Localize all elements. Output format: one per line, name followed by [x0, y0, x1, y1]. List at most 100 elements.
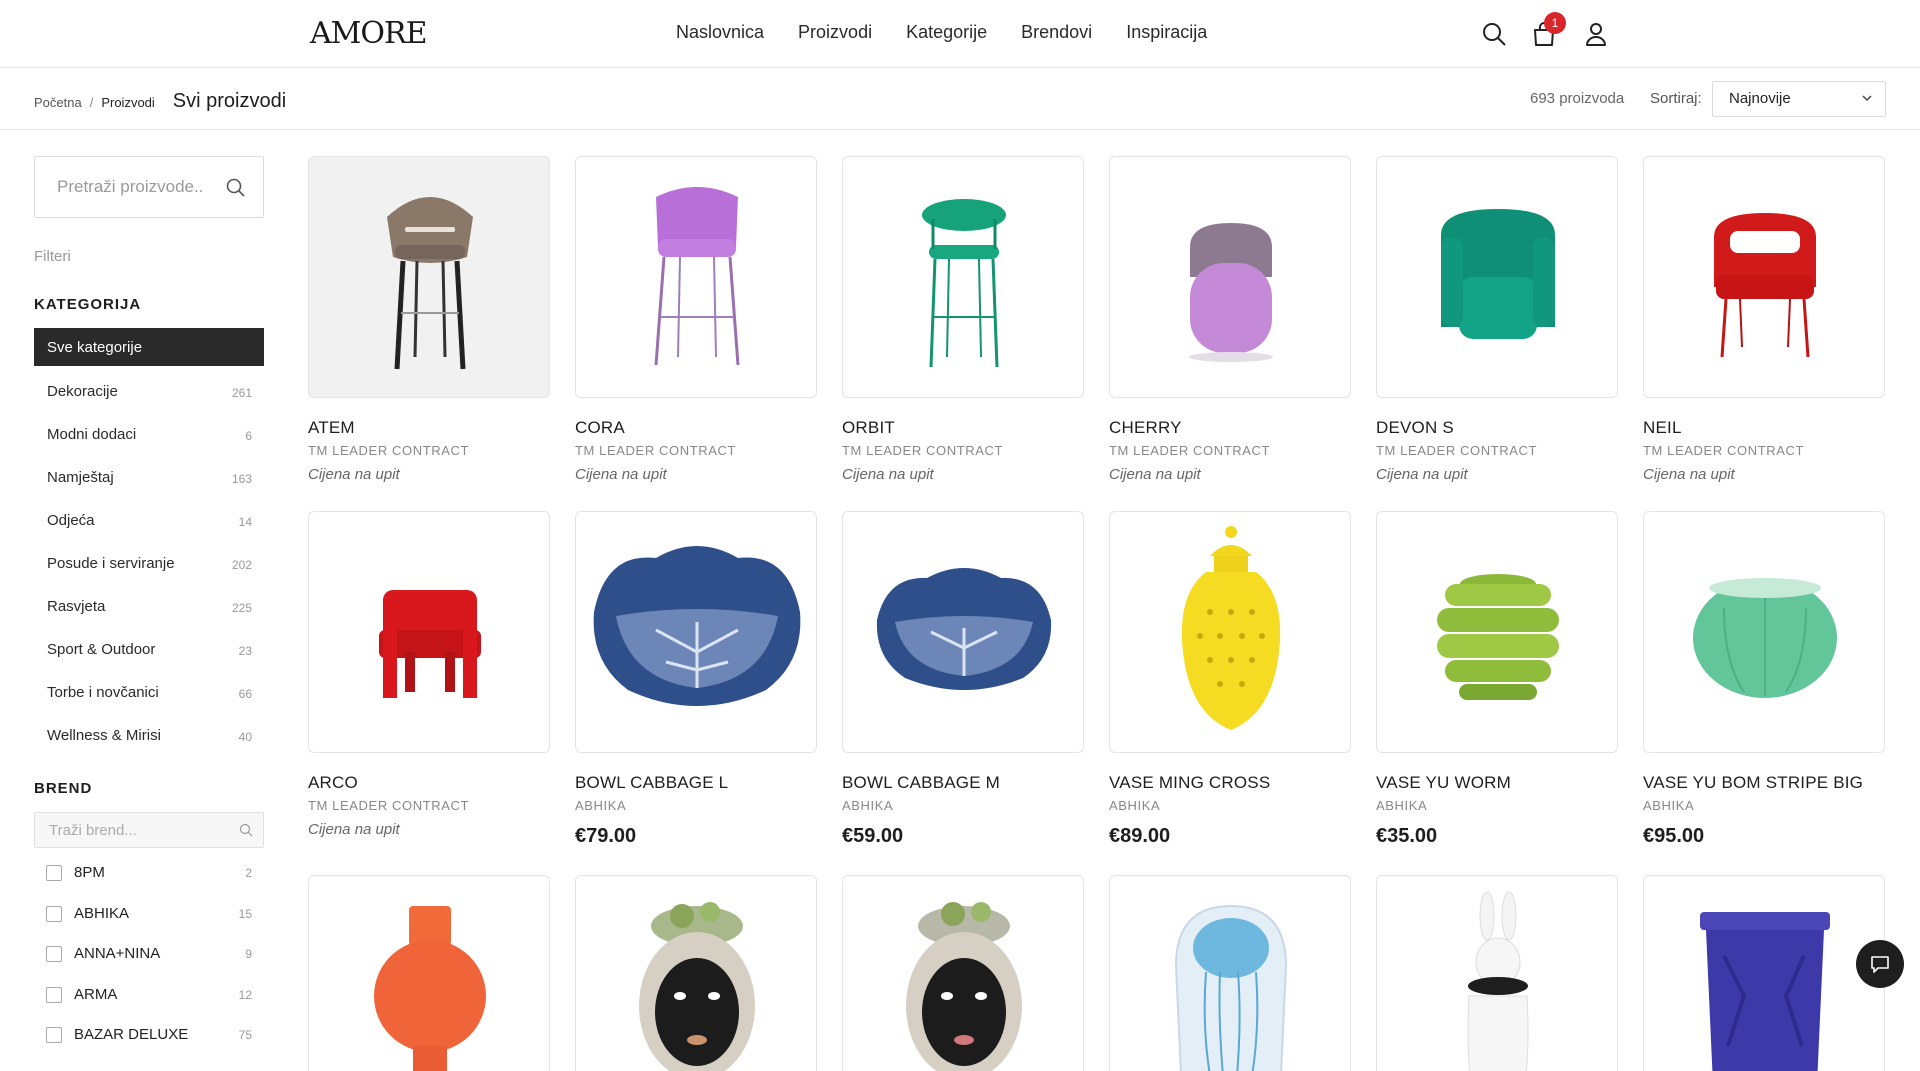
product-name[interactable]: BOWL CABBAGE M	[842, 773, 1084, 793]
category-item[interactable]: Modni dodaci 6	[34, 414, 264, 457]
brand-label: BAZAR DELUXE	[74, 1026, 189, 1043]
product-image[interactable]	[1376, 156, 1618, 398]
product-name[interactable]: BOWL CABBAGE L	[575, 773, 817, 793]
product-image[interactable]	[575, 511, 817, 753]
brand-checkbox[interactable]	[46, 1027, 62, 1043]
nav-brendovi[interactable]: Brendovi	[1021, 22, 1092, 43]
category-item[interactable]: Wellness & Mirisi 40	[34, 715, 264, 758]
product-image[interactable]	[1109, 511, 1351, 753]
product-card[interactable]: DEVON S TM LEADER CONTRACT Cijena na upi…	[1376, 156, 1618, 483]
product-card[interactable]: BOWL CABBAGE M ABHIKA €59.00	[842, 511, 1084, 848]
chat-button[interactable]	[1856, 940, 1904, 988]
product-image[interactable]	[1643, 875, 1885, 1071]
site-header: AMORE Naslovnica Proizvodi Kategorije Br…	[0, 0, 1920, 68]
product-brand: ABHIKA	[1376, 798, 1428, 813]
category-item[interactable]: Odjeća 14	[34, 500, 264, 543]
product-name[interactable]: CHERRY	[1109, 418, 1351, 438]
product-image[interactable]	[1376, 875, 1618, 1071]
brand-filter-item[interactable]: 8PM 2	[46, 862, 252, 903]
brand-checkbox[interactable]	[46, 865, 62, 881]
product-card[interactable]: VASE MING CROSS ABHIKA €89.00	[1109, 511, 1351, 848]
category-count: 261	[231, 386, 252, 400]
brand-filter-item[interactable]: ANNA+NINA 9	[46, 943, 252, 984]
product-image[interactable]	[308, 511, 550, 753]
product-name[interactable]: ORBIT	[842, 418, 1084, 438]
category-item[interactable]: Torbe i novčanici 66	[34, 672, 264, 715]
nav-kategorije[interactable]: Kategorije	[906, 22, 987, 43]
nav-naslovnica[interactable]: Naslovnica	[676, 22, 764, 43]
product-card[interactable]	[842, 875, 1084, 1071]
brand-search-input[interactable]: Traži brend...	[34, 812, 264, 848]
category-item[interactable]: Dekoracije 261	[34, 371, 264, 414]
product-image[interactable]	[1643, 156, 1885, 398]
search-icon[interactable]	[239, 823, 253, 837]
product-image[interactable]	[575, 875, 817, 1071]
product-card[interactable]: ATEM TM LEADER CONTRACT Cijena na upit	[308, 156, 550, 483]
brand-filter-item[interactable]: BAZAR DELUXE 75	[46, 1024, 252, 1065]
product-card[interactable]	[1109, 875, 1351, 1071]
product-image[interactable]	[308, 156, 550, 398]
product-card[interactable]: ORBIT TM LEADER CONTRACT Cijena na upit	[842, 156, 1084, 483]
main-nav: Naslovnica Proizvodi Kategorije Brendovi…	[676, 22, 1207, 43]
breadcrumb-products[interactable]: Proizvodi	[101, 95, 154, 110]
category-item[interactable]: Rasvjeta 225	[34, 586, 264, 629]
product-name[interactable]: VASE MING CROSS	[1109, 773, 1351, 793]
product-card[interactable]: VASE YU BOM STRIPE BIG ABHIKA €95.00	[1643, 511, 1885, 848]
product-name[interactable]: VASE YU BOM STRIPE BIG	[1643, 773, 1885, 793]
brand-filter-item[interactable]: ARMA 12	[46, 984, 252, 1025]
product-name[interactable]: VASE YU WORM	[1376, 773, 1618, 793]
category-item[interactable]: Namještaj 163	[34, 457, 264, 500]
brand-checkbox[interactable]	[46, 905, 62, 922]
product-card[interactable]	[308, 875, 550, 1071]
product-card[interactable]: CORA TM LEADER CONTRACT Cijena na upit	[575, 156, 817, 483]
breadcrumb-home[interactable]: Početna	[34, 95, 82, 110]
category-label: Dekoracije	[47, 383, 118, 400]
search-icon[interactable]	[225, 177, 247, 199]
product-card[interactable]: BOWL CABBAGE L ABHIKA €79.00	[575, 511, 817, 848]
category-count: 202	[231, 558, 252, 572]
product-image[interactable]	[842, 511, 1084, 753]
user-icon[interactable]	[1582, 20, 1610, 48]
category-label: Posude i serviranje	[47, 555, 175, 572]
product-name[interactable]: DEVON S	[1376, 418, 1618, 438]
sort-select[interactable]: Najnovije	[1712, 81, 1886, 117]
product-card[interactable]: ARCO TM LEADER CONTRACT Cijena na upit	[308, 511, 550, 838]
search-icon[interactable]	[1480, 20, 1508, 48]
bar-stool-image	[654, 187, 740, 366]
brand-checkbox[interactable]	[46, 986, 62, 1003]
brand-filter-item[interactable]: ABHIKA 15	[46, 903, 252, 944]
product-image[interactable]	[308, 875, 550, 1071]
product-card[interactable]	[1376, 875, 1618, 1071]
product-price: €95.00	[1643, 825, 1705, 847]
product-name[interactable]: NEIL	[1643, 418, 1885, 438]
nav-proizvodi[interactable]: Proizvodi	[798, 22, 872, 43]
product-name[interactable]: CORA	[575, 418, 817, 438]
nav-inspiracija[interactable]: Inspiracija	[1126, 22, 1207, 43]
product-card[interactable]	[575, 875, 817, 1071]
product-card[interactable]: CHERRY TM LEADER CONTRACT Cijena na upit	[1109, 156, 1351, 483]
vase-image	[1437, 574, 1559, 700]
category-item-all[interactable]: Sve kategorije	[34, 328, 264, 366]
product-card[interactable]: VASE YU WORM ABHIKA €35.00	[1376, 511, 1618, 848]
product-price: €59.00	[842, 825, 904, 847]
product-card[interactable]: NEIL TM LEADER CONTRACT Cijena na upit	[1643, 156, 1885, 483]
cart-count-badge: 1	[1544, 12, 1566, 34]
product-count: 693 proizvoda	[1530, 90, 1625, 107]
logo[interactable]: AMORE	[310, 16, 427, 51]
product-card[interactable]	[1643, 875, 1885, 1071]
product-price: Cijena na upit	[308, 821, 400, 838]
product-image[interactable]	[1376, 511, 1618, 753]
product-image[interactable]	[1109, 156, 1351, 398]
brand-checkbox[interactable]	[46, 946, 62, 962]
product-image[interactable]	[1643, 511, 1885, 753]
product-name[interactable]: ARCO	[308, 773, 550, 793]
category-item[interactable]: Posude i serviranje 202	[34, 543, 264, 586]
product-image[interactable]	[842, 875, 1084, 1071]
product-name[interactable]: ATEM	[308, 418, 550, 438]
product-image[interactable]	[842, 156, 1084, 398]
product-search-input[interactable]: Pretraži proizvode..	[34, 156, 264, 218]
category-item[interactable]: Sport & Outdoor 23	[34, 629, 264, 672]
product-image[interactable]	[1109, 875, 1351, 1071]
product-image[interactable]	[575, 156, 817, 398]
product-brand: TM LEADER CONTRACT	[1109, 443, 1271, 458]
